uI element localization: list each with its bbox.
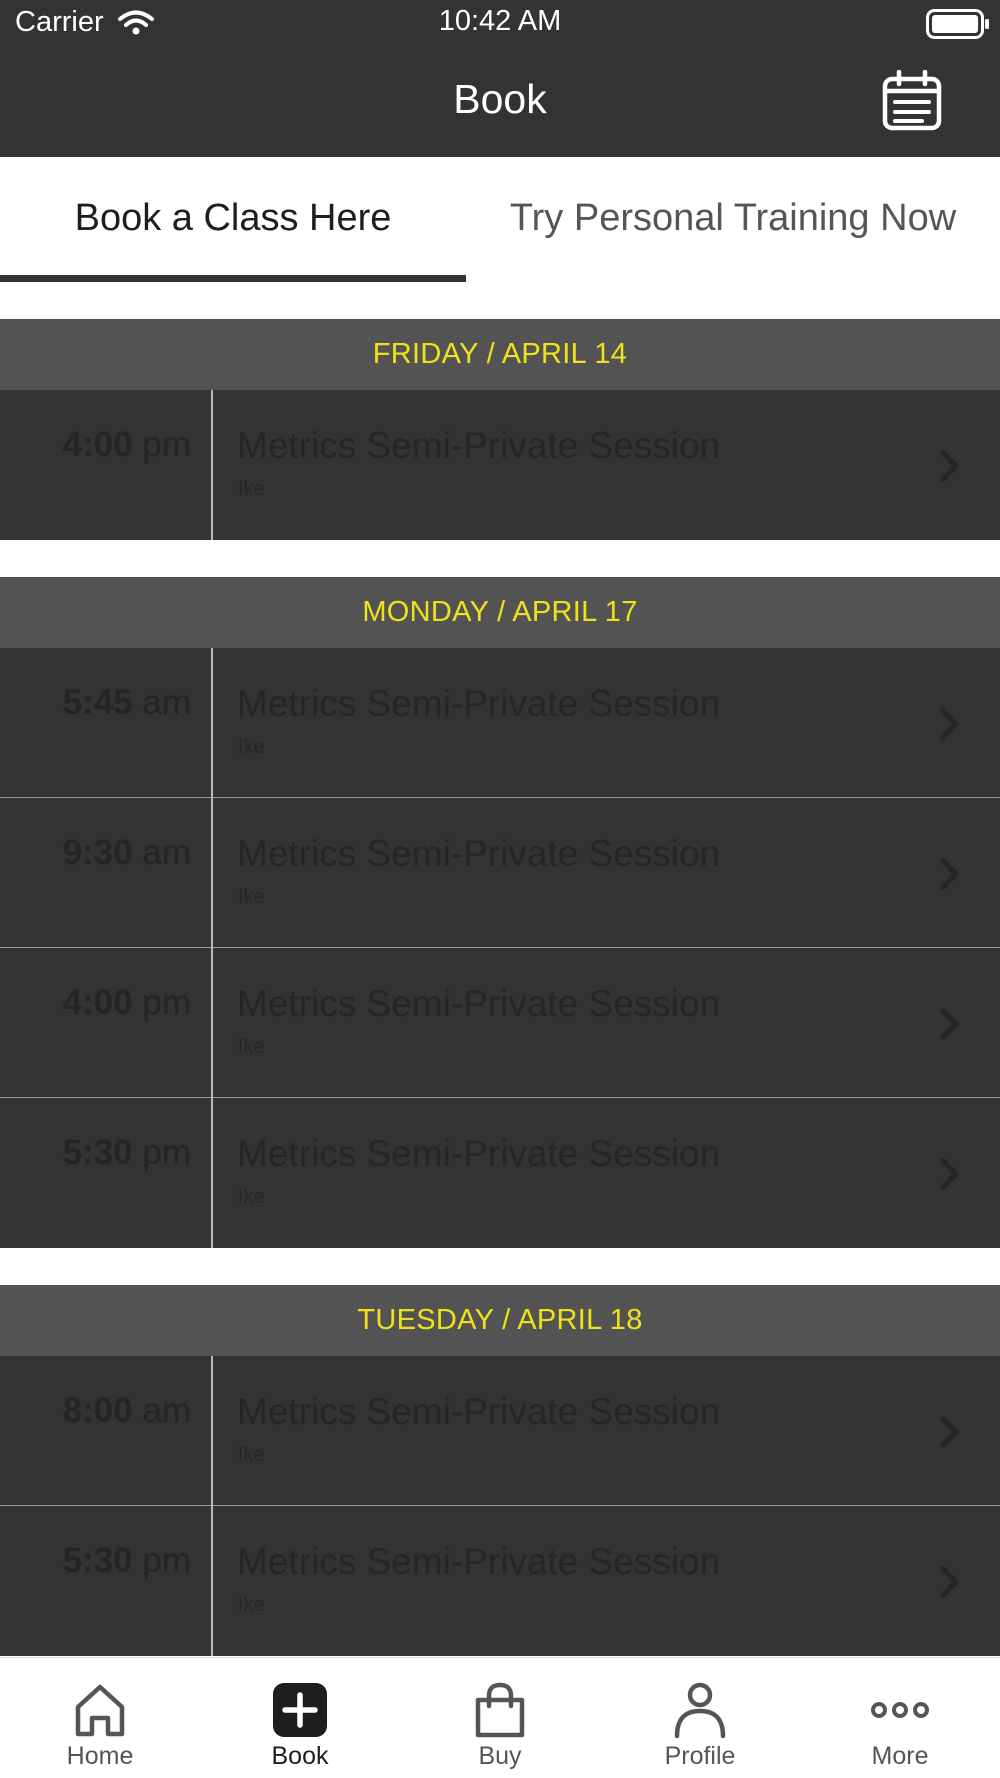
session-time-cell: 5:45 am (0, 648, 213, 798)
chevron-right-icon (940, 1566, 959, 1598)
session-time-value: 5:45 (62, 683, 133, 722)
shopping-bag-icon (475, 1682, 525, 1738)
home-icon (75, 1684, 125, 1737)
session-time-period: am (142, 833, 191, 872)
chevron-right-icon (940, 1008, 959, 1040)
session-class-name: Metrics Semi-Private Session (237, 983, 721, 1024)
session-instructor: Ike (238, 1444, 265, 1466)
session-time-period: pm (142, 425, 191, 464)
segment-tabs: Book a Class Here Try Personal Training … (0, 157, 1000, 283)
session-instructor: Ike (238, 736, 265, 758)
tab-book-a-class[interactable]: Book a Class Here (0, 157, 466, 283)
tab-profile-label: Profile (664, 1742, 736, 1770)
session-time-value: 4:00 (62, 983, 133, 1022)
bottom-tab-bar: Home Book Buy Profile More (0, 1657, 1000, 1778)
session-time-value: 5:30 (62, 1133, 133, 1172)
session-class-name: Metrics Semi-Private Session (237, 425, 721, 466)
session-time-cell: 4:00 pm (0, 390, 213, 540)
session-row[interactable]: 9:30 am Metrics Semi-Private Session Ike (0, 798, 1000, 948)
person-icon (674, 1682, 726, 1739)
chevron-right-icon (940, 708, 959, 740)
section-header-date: MONDAY / APRIL 17 (0, 577, 1000, 648)
session-instructor: Ike (238, 1036, 265, 1058)
active-tab-indicator (0, 275, 466, 282)
session-time-value: 9:30 (62, 833, 133, 872)
session-row[interactable]: 8:00 am Metrics Semi-Private Session Ike (0, 1356, 1000, 1506)
session-time-cell: 4:00 pm (0, 948, 213, 1098)
session-time-value: 4:00 (62, 425, 133, 464)
session-class-name: Metrics Semi-Private Session (237, 1541, 721, 1582)
section-header-date: TUESDAY / APRIL 18 (0, 1285, 1000, 1356)
session-time-value: 8:00 (62, 1391, 133, 1430)
session-time: 5:30 pm (63, 1541, 191, 1581)
session-time-cell: 5:30 pm (0, 1506, 213, 1656)
more-icon (871, 1702, 929, 1718)
session-time: 9:30 am (63, 833, 191, 873)
tab-home[interactable]: Home (0, 1658, 200, 1778)
plus-icon (273, 1683, 327, 1737)
clock: 10:42 AM (438, 5, 562, 37)
session-class-name: Metrics Semi-Private Session (237, 683, 721, 724)
section-header-date: FRIDAY / APRIL 14 (0, 319, 1000, 390)
calendar-icon[interactable] (882, 70, 942, 132)
session-time-period: am (142, 683, 191, 722)
session-class-name: Metrics Semi-Private Session (237, 833, 721, 874)
session-time: 5:30 pm (63, 1133, 191, 1173)
session-time-period: pm (142, 983, 191, 1022)
battery-icon (926, 9, 989, 39)
navigation-bar: Book (0, 44, 1000, 157)
session-instructor: Ike (238, 478, 265, 500)
tab-book-label: Book (271, 1742, 329, 1770)
session-class-name: Metrics Semi-Private Session (237, 1391, 721, 1432)
session-instructor: Ike (238, 1594, 265, 1616)
tab-profile[interactable]: Profile (600, 1658, 800, 1778)
session-time: 4:00 pm (63, 425, 191, 465)
tab-buy[interactable]: Buy (400, 1658, 600, 1778)
session-row[interactable]: 5:30 pm Metrics Semi-Private Session Ike (0, 1098, 1000, 1248)
chevron-right-icon (940, 450, 959, 482)
session-time: 8:00 am (63, 1391, 191, 1431)
session-row[interactable]: 4:00 pm Metrics Semi-Private Session Ike (0, 390, 1000, 540)
chevron-right-icon (940, 1416, 959, 1448)
session-row[interactable]: 4:00 pm Metrics Semi-Private Session Ike (0, 948, 1000, 1098)
session-time-period: pm (142, 1133, 191, 1172)
session-time: 4:00 pm (63, 983, 191, 1023)
session-time: 5:45 am (63, 683, 191, 723)
session-time-period: am (142, 1391, 191, 1430)
tab-more[interactable]: More (800, 1658, 1000, 1778)
session-instructor: Ike (238, 886, 265, 908)
status-bar: Carrier 10:42 AM (0, 0, 1000, 44)
session-instructor: Ike (238, 1186, 265, 1208)
session-time-period: pm (142, 1541, 191, 1580)
session-class-name: Metrics Semi-Private Session (237, 1133, 721, 1174)
app-screen: Carrier 10:42 AM Book Book a Class Here … (0, 0, 1000, 1778)
session-time-value: 5:30 (62, 1541, 133, 1580)
session-row[interactable]: 5:45 am Metrics Semi-Private Session Ike (0, 648, 1000, 798)
tab-personal-training[interactable]: Try Personal Training Now (466, 157, 1000, 283)
session-time-cell: 9:30 am (0, 798, 213, 948)
chevron-right-icon (940, 858, 959, 890)
tab-home-label: Home (66, 1742, 134, 1770)
tab-buy-label: Buy (478, 1742, 522, 1770)
session-row[interactable]: 5:30 pm Metrics Semi-Private Session Ike (0, 1506, 1000, 1656)
tab-more-label: More (871, 1742, 929, 1770)
page-title: Book (453, 76, 547, 122)
chevron-right-icon (940, 1158, 959, 1190)
session-time-cell: 5:30 pm (0, 1098, 213, 1248)
tab-book[interactable]: Book (200, 1658, 400, 1778)
session-time-cell: 8:00 am (0, 1356, 213, 1506)
